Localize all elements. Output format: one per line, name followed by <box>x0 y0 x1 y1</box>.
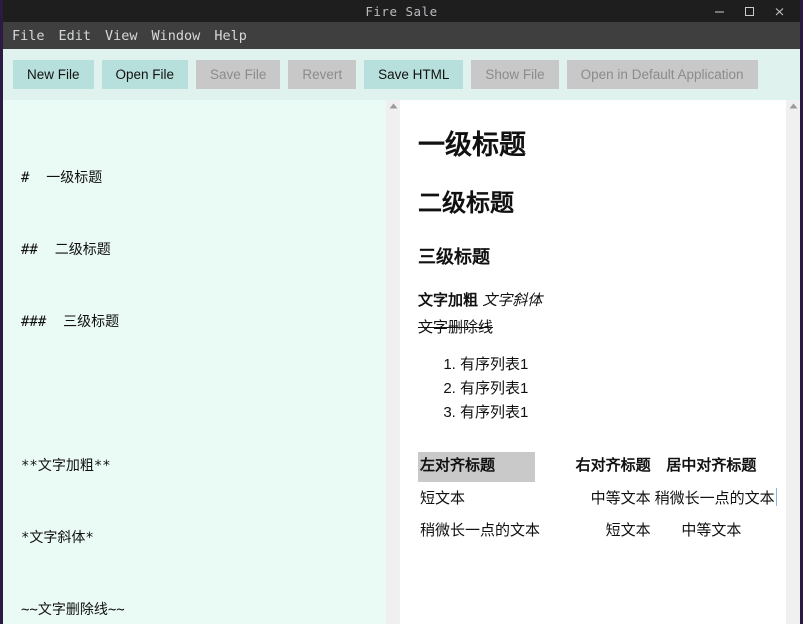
save-file-button: Save File <box>196 60 281 89</box>
menu-item-window[interactable]: Window <box>152 26 208 46</box>
revert-button: Revert <box>288 60 357 89</box>
editor-pane: # 一级标题 ## 二级标题 ### 三级标题 **文字加粗** *文字斜体* … <box>3 100 400 624</box>
menu-item-edit[interactable]: Edit <box>59 26 99 46</box>
table-cell: 稍微长一点的文本 <box>420 522 541 540</box>
preview-table: 左对齐标题 右对齐标题 居中对齐标题 短文本 中等文本 稍微长一点的文本 稍微长… <box>418 451 777 548</box>
source-line: **文字加粗** <box>21 458 111 474</box>
new-file-button[interactable]: New File <box>13 60 94 89</box>
table-cell: 中等文本 <box>590 489 651 507</box>
scroll-up-arrow-icon[interactable] <box>786 103 800 109</box>
window-title: Fire Sale <box>365 3 438 19</box>
bold-text: 文字加粗 <box>418 292 479 310</box>
table-cell: 短文本 <box>605 522 651 540</box>
preview-h2: 二级标题 <box>418 190 514 218</box>
source-line: *文字斜体* <box>21 530 94 546</box>
table-cell: 短文本 <box>420 489 466 507</box>
menu-bar: File Edit View Window Help <box>3 22 800 49</box>
source-line: # 一级标题 <box>21 170 103 186</box>
scroll-up-arrow-icon[interactable] <box>386 103 400 109</box>
app-window: Fire Sale File Edit View Window Help New… <box>0 0 803 624</box>
preview-pane: 一级标题 二级标题 三级标题 文字加粗 文字斜体 文字删除线 有序列表1 有序列… <box>400 100 800 624</box>
close-icon[interactable] <box>764 0 794 22</box>
table-body: 短文本 中等文本 稍微长一点的文本 稍微长一点的文本 短文本 中等文本 <box>418 482 777 548</box>
preview-h3: 三级标题 <box>418 246 490 267</box>
minimize-icon[interactable] <box>704 0 734 22</box>
panes-container: # 一级标题 ## 二级标题 ### 三级标题 **文字加粗** *文字斜体* … <box>3 100 800 624</box>
text-caret <box>775 487 777 506</box>
table-cell: 稍微长一点的文本 <box>653 482 777 515</box>
table-row: 短文本 中等文本 稍微长一点的文本 <box>418 482 777 515</box>
source-line <box>21 382 376 406</box>
open-file-button[interactable]: Open File <box>101 60 189 89</box>
source-line: ~~文字删除线~~ <box>21 602 125 618</box>
save-html-button[interactable]: Save HTML <box>364 60 464 89</box>
table-cell: 中等文本 <box>681 522 742 540</box>
title-bar: Fire Sale <box>3 0 800 22</box>
italic-text: 文字斜体 <box>482 292 543 310</box>
window-controls <box>704 0 800 22</box>
source-line: ## 二级标题 <box>21 242 111 258</box>
source-line: ### 三级标题 <box>21 314 120 330</box>
menu-item-file[interactable]: File <box>12 26 52 46</box>
toolbar: New File Open File Save File Revert Save… <box>3 49 800 100</box>
menu-item-help[interactable]: Help <box>214 26 254 46</box>
list-item: 有序列表1 <box>460 353 768 377</box>
preview-inline-styles: 文字加粗 文字斜体 <box>418 290 768 312</box>
table-row: 稍微长一点的文本 短文本 中等文本 <box>418 514 770 547</box>
preview-strike-line: 文字删除线 <box>418 317 768 339</box>
preview-scrollbar[interactable] <box>786 100 800 624</box>
markdown-source-input[interactable]: # 一级标题 ## 二级标题 ### 三级标题 **文字加粗** *文字斜体* … <box>3 100 386 624</box>
preview-ordered-list: 有序列表1 有序列表1 有序列表1 <box>418 353 768 426</box>
table-header-cell-left: 左对齐标题 <box>418 451 536 482</box>
table-header-cell-center: 居中对齐标题 <box>666 456 757 474</box>
editor-scrollbar[interactable] <box>386 100 400 624</box>
open-in-default-application-button: Open in Default Application <box>566 60 758 89</box>
list-item: 有序列表1 <box>460 401 768 425</box>
table-header: 左对齐标题 右对齐标题 居中对齐标题 <box>418 451 770 482</box>
preview-h1: 一级标题 <box>418 130 526 160</box>
strikethrough-text: 文字删除线 <box>418 318 494 336</box>
maximize-icon[interactable] <box>734 0 764 22</box>
show-file-button: Show File <box>471 60 559 89</box>
table-header-row: 左对齐标题 右对齐标题 居中对齐标题 <box>418 451 770 482</box>
table-cell-text: 稍微长一点的文本 <box>654 489 775 507</box>
rendered-markdown: 一级标题 二级标题 三级标题 文字加粗 文字斜体 文字删除线 有序列表1 有序列… <box>400 100 786 624</box>
menu-item-view[interactable]: View <box>105 26 145 46</box>
list-item: 有序列表1 <box>460 377 768 401</box>
table-header-cell-right: 右对齐标题 <box>575 456 651 474</box>
